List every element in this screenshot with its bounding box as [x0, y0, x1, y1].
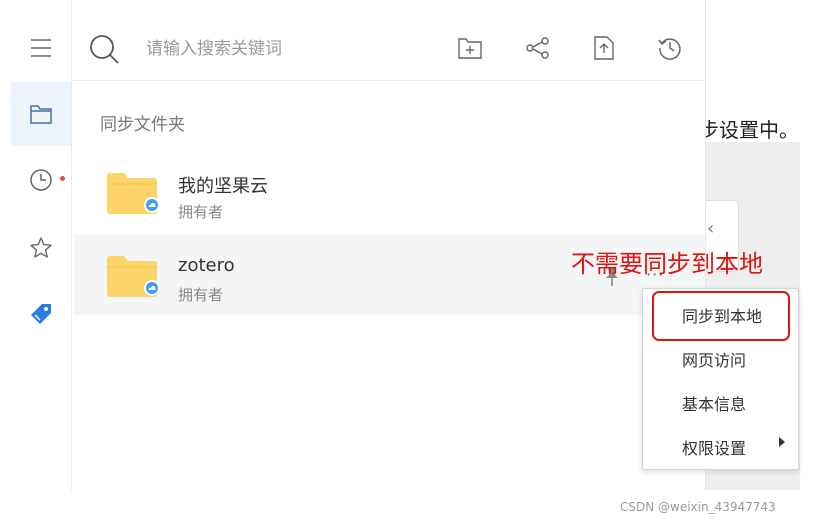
section-title: 同步文件夹	[100, 115, 185, 135]
folder-icon	[107, 256, 160, 297]
submenu-arrow-icon	[779, 437, 785, 447]
folder-role: 拥有者	[178, 203, 224, 221]
folder-icon	[107, 173, 160, 214]
watermark: CSDN @weixin_43947743	[620, 500, 776, 514]
left-rail	[0, 0, 72, 490]
menu-item-label: 网页访问	[682, 351, 747, 370]
sidebar-item-tags[interactable]	[11, 282, 71, 346]
sidebar-item-favorites[interactable]	[11, 216, 71, 280]
menu-item-label: 基本信息	[682, 395, 747, 414]
star-icon	[30, 237, 52, 258]
hamburger-menu-icon	[31, 39, 51, 57]
notification-dot	[60, 176, 65, 181]
share-button[interactable]	[524, 34, 552, 62]
upload-file-icon	[594, 36, 614, 60]
upload-button[interactable]	[590, 34, 618, 62]
highlight-annotation-box	[652, 291, 790, 341]
menu-item-permissions[interactable]: 权限设置	[643, 423, 798, 467]
menu-item-label: 权限设置	[682, 439, 747, 458]
folder-icon	[30, 105, 52, 124]
new-folder-button[interactable]	[456, 34, 484, 62]
background-chevron-icon: ‹	[707, 218, 715, 239]
menu-button[interactable]	[11, 16, 71, 80]
search-input[interactable]	[146, 36, 406, 62]
new-folder-icon	[458, 38, 482, 59]
folder-name: 我的坚果云	[178, 176, 268, 197]
annotation-label: 不需要同步到本地	[571, 250, 763, 278]
sidebar-item-recent[interactable]	[11, 148, 71, 212]
share-icon	[526, 37, 549, 59]
folder-role: 拥有者	[178, 286, 224, 304]
history-icon	[658, 38, 681, 60]
menu-item-web-access[interactable]: 网页访问	[643, 335, 798, 379]
clock-icon	[30, 169, 52, 191]
menu-item-basic-info[interactable]: 基本信息	[643, 379, 798, 423]
background-doc-text: 步设置中。	[705, 118, 799, 142]
history-button[interactable]	[656, 34, 684, 62]
folder-name: zotero	[178, 255, 235, 276]
folder-row[interactable]: 我的坚果云 拥有者	[74, 152, 705, 232]
top-bar	[72, 0, 705, 81]
tag-icon	[31, 304, 51, 324]
sidebar-item-files[interactable]	[11, 82, 71, 146]
search-icon[interactable]	[88, 33, 120, 65]
